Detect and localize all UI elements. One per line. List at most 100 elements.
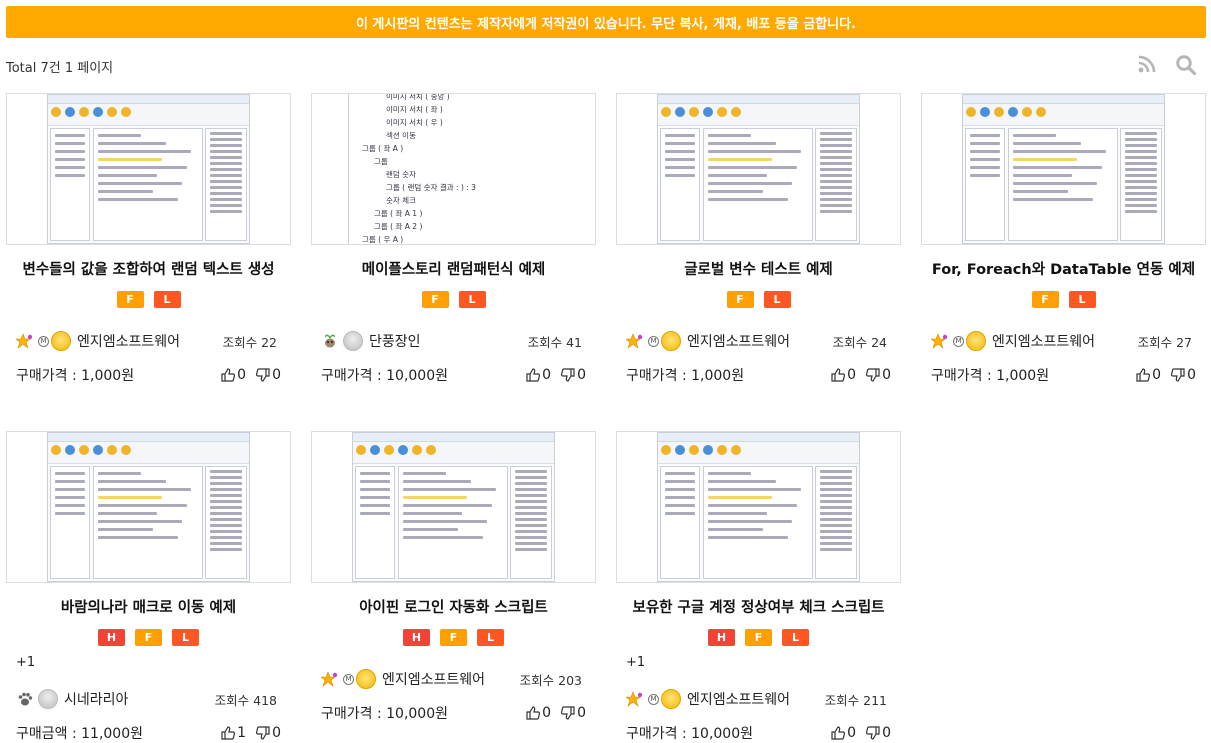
view-count: 조회수 418: [214, 692, 277, 708]
level-sprout-icon: [325, 334, 335, 348]
avatar[interactable]: [38, 689, 58, 709]
view-count: 조회수 24: [832, 334, 887, 350]
avatar[interactable]: [343, 331, 363, 351]
post-title[interactable]: 변수들의 값을 조합하여 랜덤 텍스트 생성: [6, 258, 291, 279]
like-button[interactable]: 0: [831, 725, 856, 741]
file-type-badge: F: [745, 629, 772, 646]
view-count: 조회수 41: [527, 334, 582, 350]
like-count: 0: [542, 367, 552, 383]
manager-icon: M: [648, 693, 659, 705]
post-thumbnail[interactable]: [921, 93, 1206, 245]
file-type-badge: L: [1068, 291, 1096, 308]
post-title[interactable]: 아이핀 로그인 자동화 스크립트: [311, 596, 596, 617]
like-button[interactable]: 0: [221, 367, 246, 383]
post-card[interactable]: 변수들의 값을 조합하여 랜덤 텍스트 생성 FL M 엔지엠소프트웨어 조회수…: [6, 93, 296, 385]
thumbs-down-icon: [866, 368, 880, 382]
rss-icon[interactable]: [1137, 54, 1157, 76]
dislike-button[interactable]: 0: [256, 725, 281, 741]
avatar[interactable]: [661, 331, 681, 351]
post-thumbnail[interactable]: [616, 93, 901, 245]
file-type-badge: L: [763, 291, 791, 308]
file-type-badge: L: [153, 291, 181, 308]
dislike-button[interactable]: 0: [561, 705, 586, 721]
board-tools: [1137, 54, 1197, 76]
file-type-badge: L: [458, 291, 486, 308]
level-star-icon: [931, 333, 948, 349]
post-thumbnail[interactable]: [311, 431, 596, 583]
post-title[interactable]: 보유한 구글 계정 정상여부 체크 스크립트: [616, 596, 901, 617]
view-count: 조회수 27: [1137, 334, 1192, 350]
search-icon[interactable]: [1175, 54, 1197, 76]
post-title[interactable]: 바람의나라 매크로 이동 예제: [6, 596, 291, 617]
file-type-badge: F: [726, 291, 754, 308]
vote-counts: 0 0: [526, 705, 586, 721]
avatar[interactable]: [966, 331, 986, 351]
post-card[interactable]: 보유한 구글 계정 정상여부 체크 스크립트 HFL +1 M 엔지엠소프트웨어…: [616, 431, 906, 743]
file-type-badge: L: [172, 629, 199, 646]
author-name[interactable]: 엔지엠소프트웨어: [382, 669, 485, 689]
post-card[interactable]: For, Foreach와 DataTable 연동 예제 FL M 엔지엠소프…: [921, 93, 1211, 385]
file-type-badge: H: [403, 629, 430, 646]
copyright-notice-banner: 이 게시판의 컨텐츠는 제작자에게 저작권이 있습니다. 무단 복사, 게재, …: [6, 6, 1206, 38]
thumbs-down-icon: [256, 368, 270, 382]
file-type-badge: F: [116, 291, 144, 308]
level-paw-icon: [18, 692, 33, 706]
manager-icon: M: [343, 673, 354, 685]
thumbs-down-icon: [1171, 368, 1185, 382]
dislike-button[interactable]: 0: [1171, 367, 1196, 383]
avatar[interactable]: [661, 689, 681, 709]
post-thumbnail[interactable]: [616, 431, 901, 583]
post-thumbnail[interactable]: 이미지 서치 ( 중앙 ) 이미지 서치 ( 좌 ) 이미지 서치 ( 우 ) 섹션 …: [311, 93, 596, 245]
dislike-count: 0: [1187, 367, 1196, 383]
author-name[interactable]: 시네라리아: [64, 689, 128, 709]
author-name[interactable]: 엔지엠소프트웨어: [992, 331, 1095, 351]
post-title[interactable]: 메이플스토리 랜덤패턴식 예제: [311, 258, 596, 279]
dislike-count: 0: [272, 725, 281, 741]
dislike-count: 0: [577, 367, 586, 383]
post-thumbnail[interactable]: [6, 431, 291, 583]
dislike-count: 0: [577, 705, 586, 721]
like-button[interactable]: 0: [526, 367, 551, 383]
avatar[interactable]: [51, 331, 71, 351]
author-name[interactable]: 단풍장인: [369, 331, 421, 351]
post-title[interactable]: 글로벌 변수 테스트 예제: [616, 258, 901, 279]
author-name[interactable]: 엔지엠소프트웨어: [687, 689, 790, 709]
dislike-button[interactable]: 0: [256, 367, 281, 383]
badge-row: HFL: [311, 629, 596, 646]
post-card[interactable]: 바람의나라 매크로 이동 예제 HFL +1 시네라리아 조회수 418 구매금…: [6, 431, 296, 743]
vote-counts: 0 0: [221, 367, 281, 383]
thumbs-up-icon: [221, 726, 236, 740]
author-name[interactable]: 엔지엠소프트웨어: [77, 331, 180, 351]
price: 구매가격 : 10,000원: [626, 726, 754, 742]
author-name[interactable]: 엔지엠소프트웨어: [687, 331, 790, 351]
view-count: 조회수 203: [519, 672, 582, 688]
post-footer: 구매가격 : 10,000원 0 0: [311, 703, 596, 723]
post-card[interactable]: 아이핀 로그인 자동화 스크립트 HFL M 엔지엠소프트웨어 조회수 203 …: [311, 431, 601, 723]
view-count: 조회수 211: [824, 692, 887, 708]
vote-counts: 0 0: [831, 725, 891, 741]
post-title[interactable]: For, Foreach와 DataTable 연동 예제: [921, 258, 1206, 279]
post-card[interactable]: 이미지 서치 ( 중앙 ) 이미지 서치 ( 좌 ) 이미지 서치 ( 우 ) 섹션 …: [311, 93, 601, 385]
avatar[interactable]: [356, 669, 376, 689]
thumb-tree-row: 이미지 서치 ( 중앙 ): [386, 93, 450, 101]
like-button[interactable]: 1: [221, 725, 246, 741]
post-footer: 구매가격 : 10,000원 0 0: [616, 723, 901, 743]
like-count: 0: [542, 705, 552, 721]
thumbs-down-icon: [256, 726, 270, 740]
like-button[interactable]: 0: [1136, 367, 1161, 383]
file-type-badge: L: [477, 629, 504, 646]
dislike-button[interactable]: 0: [866, 367, 891, 383]
badge-row: FL: [6, 291, 291, 308]
thumbs-down-icon: [866, 726, 880, 740]
thumbs-down-icon: [561, 706, 575, 720]
like-button[interactable]: 0: [526, 705, 551, 721]
post-thumbnail[interactable]: [6, 93, 291, 245]
post-card[interactable]: 글로벌 변수 테스트 예제 FL M 엔지엠소프트웨어 조회수 24 구매가격 …: [616, 93, 906, 385]
like-button[interactable]: 0: [831, 367, 856, 383]
file-type-badge: L: [782, 629, 809, 646]
post-meta: M 엔지엠소프트웨어 조회수 27: [921, 331, 1206, 351]
dislike-button[interactable]: 0: [866, 725, 891, 741]
dislike-button[interactable]: 0: [561, 367, 586, 383]
total-count: Total 7건 1 페이지: [6, 61, 114, 76]
file-type-badge: F: [440, 629, 467, 646]
